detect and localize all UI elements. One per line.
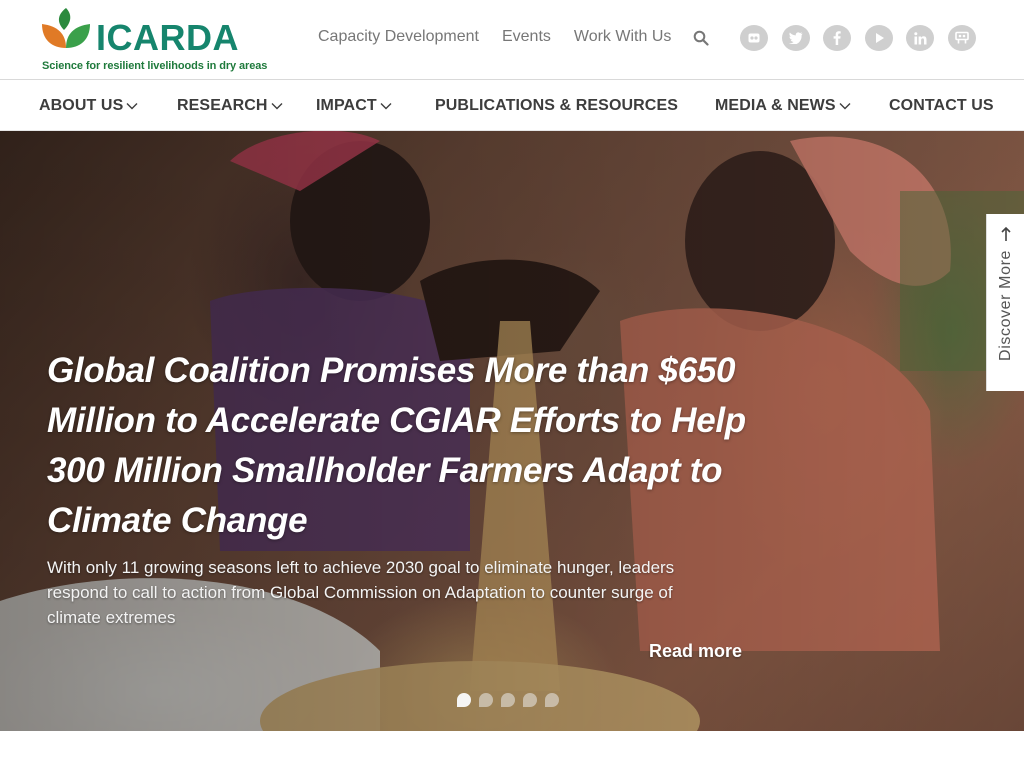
nav-media-news[interactable]: MEDIA & NEWS xyxy=(715,97,851,115)
site-header: ICARDA Science for resilient livelihoods… xyxy=(0,0,1024,80)
nav-work-with-us-link[interactable]: Work With Us xyxy=(574,28,671,46)
discover-more-tab[interactable]: Discover More xyxy=(986,214,1024,391)
arrow-up-icon xyxy=(1001,226,1011,241)
chevron-down-icon xyxy=(271,103,283,110)
slideshare-icon[interactable] xyxy=(947,25,976,51)
hero-summary: With only 11 growing seasons left to ach… xyxy=(47,558,675,627)
linkedin-icon[interactable] xyxy=(906,25,934,51)
logo-tagline: Science for resilient livelihoods in dry… xyxy=(42,60,268,72)
logo-wordmark: ICARDA xyxy=(96,17,239,58)
read-more-link[interactable]: Read more xyxy=(649,641,742,662)
chevron-down-icon xyxy=(380,103,392,110)
twitter-icon[interactable] xyxy=(781,25,810,51)
youtube-icon[interactable] xyxy=(864,25,893,51)
social-links xyxy=(740,25,989,51)
nav-impact[interactable]: IMPACT xyxy=(316,97,392,115)
slider-dot[interactable] xyxy=(457,693,471,707)
nav-contact-us[interactable]: CONTACT US xyxy=(889,97,994,115)
nav-about-us[interactable]: ABOUT US xyxy=(39,97,138,115)
search-icon[interactable] xyxy=(693,30,709,46)
hero-headline[interactable]: Global Coalition Promises More than $650… xyxy=(47,346,747,546)
hero-slider: Global Coalition Promises More than $650… xyxy=(0,131,1024,731)
nav-events-link[interactable]: Events xyxy=(502,28,551,46)
logo-leaves-icon xyxy=(42,8,90,48)
nav-about-us-label: ABOUT US xyxy=(39,97,124,114)
nav-publications-resources[interactable]: PUBLICATIONS & RESOURCES xyxy=(435,97,678,115)
nav-contact-us-label: CONTACT US xyxy=(889,97,994,114)
utility-nav: Capacity Development Events Work With Us xyxy=(318,26,694,48)
slider-dot[interactable] xyxy=(479,693,493,707)
chevron-down-icon xyxy=(839,103,851,110)
nav-research[interactable]: RESEARCH xyxy=(177,97,283,115)
icarda-logo[interactable]: ICARDA Science for resilient livelihoods… xyxy=(40,6,268,76)
nav-media-news-label: MEDIA & NEWS xyxy=(715,97,836,114)
main-navigation: ABOUT US RESEARCH IMPACT PUBLICATIONS & … xyxy=(0,81,1024,131)
slider-dot[interactable] xyxy=(523,693,537,707)
slider-dot[interactable] xyxy=(545,693,559,707)
nav-capacity-development-link[interactable]: Capacity Development xyxy=(318,28,479,46)
slider-pagination xyxy=(457,693,567,707)
flickr-icon[interactable] xyxy=(740,25,768,51)
chevron-down-icon xyxy=(126,103,138,110)
nav-publications-label: PUBLICATIONS & RESOURCES xyxy=(435,97,679,114)
slider-dot[interactable] xyxy=(501,693,515,707)
facebook-icon[interactable] xyxy=(823,25,851,51)
nav-research-label: RESEARCH xyxy=(177,97,268,114)
nav-impact-label: IMPACT xyxy=(316,97,377,114)
discover-more-label: Discover More xyxy=(996,250,1014,361)
